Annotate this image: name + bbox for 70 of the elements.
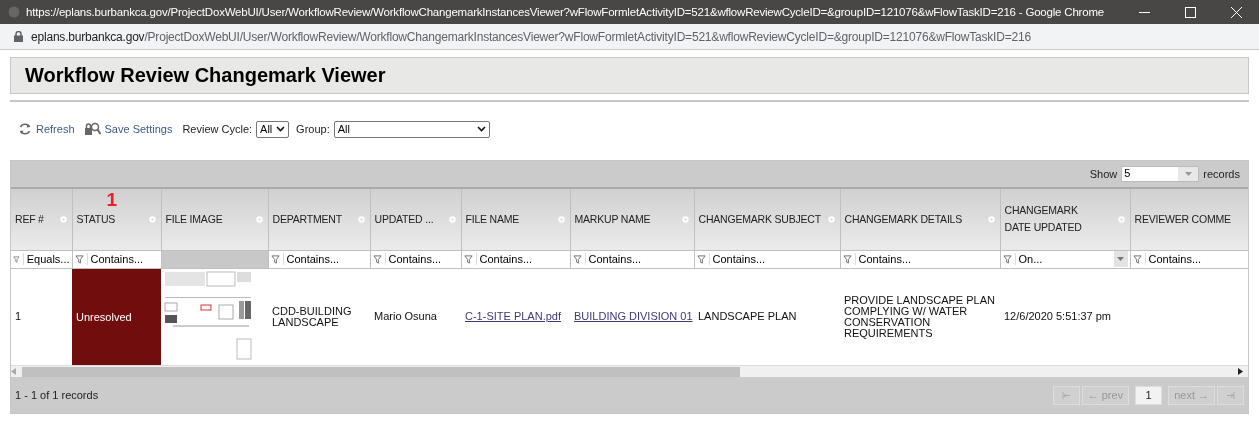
column-header[interactable]: 1 STATUS: [72, 189, 161, 250]
gear-icon[interactable]: [147, 214, 157, 224]
table-cell: 1: [15, 310, 22, 323]
gear-icon[interactable]: [826, 214, 836, 224]
first-page-icon: [1061, 391, 1071, 399]
filter-icon[interactable]: [74, 254, 84, 264]
gear-icon[interactable]: [1116, 214, 1126, 224]
save-settings-link[interactable]: Save Settings: [84, 122, 173, 136]
records-summary: 1 - 1 of 1 records: [15, 389, 99, 401]
dropdown-arrow-icon: [1184, 172, 1192, 176]
gear-icon[interactable]: [356, 214, 366, 224]
caret-icon: [476, 126, 486, 132]
refresh-icon: [18, 122, 32, 136]
file-link[interactable]: C-1-SITE PLAN.pdf: [465, 310, 561, 323]
column-header[interactable]: REVIEWER COMME: [1130, 189, 1248, 250]
lock-search-icon: [84, 122, 101, 136]
column-header[interactable]: FILE IMAGE: [161, 189, 268, 250]
column-header[interactable]: DEPARTMENT: [268, 189, 370, 250]
column-header[interactable]: UPDATED ...: [370, 189, 461, 250]
review-cycle-label: Review Cycle:: [182, 123, 253, 135]
filter-icon[interactable]: [1002, 254, 1012, 264]
gear-icon[interactable]: [556, 214, 566, 224]
gear-icon[interactable]: [986, 214, 996, 224]
filter-field[interactable]: On...: [1002, 251, 1128, 267]
gear-icon[interactable]: [680, 214, 690, 224]
filter-icon[interactable]: [696, 254, 706, 264]
column-header[interactable]: CHANGEMARK DETAILS: [840, 189, 1000, 250]
column-header[interactable]: MARKUP NAME: [570, 189, 694, 250]
table-cell: Mario Osuna: [374, 310, 437, 323]
status-cell: Unresolved: [72, 268, 161, 365]
gear-icon[interactable]: [254, 214, 264, 224]
scroll-left-icon[interactable]: [11, 368, 16, 375]
dropdown-arrow-icon[interactable]: [1117, 257, 1124, 261]
close-icon: [1230, 6, 1242, 18]
column-header[interactable]: CHANGEMARK SUBJECT: [694, 189, 840, 250]
horizontal-scrollbar[interactable]: [11, 365, 1248, 377]
scroll-right-icon[interactable]: [1238, 368, 1243, 375]
group-select[interactable]: All: [333, 120, 490, 138]
page-size-field[interactable]: 5: [1121, 166, 1200, 182]
refresh-link[interactable]: Refresh: [18, 122, 75, 136]
gear-icon[interactable]: [58, 214, 68, 224]
table-cell: LANDSCAPE PLAN: [698, 310, 797, 323]
annotation-number: 1: [106, 189, 117, 211]
filter-icon[interactable]: [842, 254, 852, 264]
records-label: records: [1203, 168, 1240, 180]
filter-icon[interactable]: [372, 254, 382, 264]
page-button[interactable]: 1: [1135, 385, 1163, 405]
table-cell: CDD-BUILDING LANDSCAPE: [272, 304, 352, 328]
show-label: Show: [1089, 168, 1118, 180]
filter-icon[interactable]: [463, 254, 473, 264]
window-title: https://eplans.burbankca.gov/ProjectDoxWebUI/User/WorkflowReview/WorkflowChangemarkInstancesViewer?wFlowFormletActivityID=521&wflowReviewCycleID=&groupID=121076&wFlowTaskID=216 - Google Chrome: [26, 6, 1105, 18]
markup-link[interactable]: BUILDING DIVISION 01: [574, 310, 693, 323]
last-page-icon: [1226, 391, 1235, 399]
column-header[interactable]: CHANGEMARK DATE UPDATED: [1000, 189, 1130, 250]
review-cycle-select[interactable]: All: [256, 120, 290, 138]
column-header[interactable]: FILE NAME: [461, 189, 570, 250]
table-cell: 12/6/2020 5:51:37 pm: [1004, 310, 1112, 323]
filter-icon[interactable]: [13, 254, 20, 264]
globe-icon: [8, 6, 20, 18]
page-title: Workflow Review Changemark Viewer: [10, 57, 1249, 94]
group-label: Group:: [296, 123, 330, 135]
column-header[interactable]: REF #: [11, 189, 72, 250]
caret-icon: [276, 126, 286, 132]
maximize-icon: [1184, 6, 1196, 18]
filter-icon[interactable]: [572, 254, 582, 264]
filter-icon[interactable]: [1132, 254, 1142, 264]
gear-icon[interactable]: [447, 214, 457, 224]
table-cell: PROVIDE LANDSCAPE PLAN COMPLYING W/ WATER CONSERVATION REQUIREMENTS: [844, 293, 995, 339]
filter-icon[interactable]: [270, 254, 280, 264]
lock-icon: [14, 31, 23, 42]
